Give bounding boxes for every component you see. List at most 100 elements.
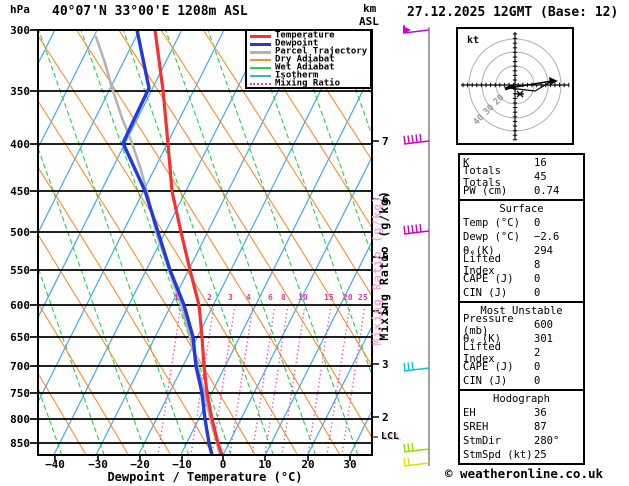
table-row-value: 280° xyxy=(534,435,560,447)
table-row: StmDir 280° xyxy=(460,434,583,448)
table-row: Pressure (mb) 600 xyxy=(460,313,583,337)
table-row-label: Temp (°C) xyxy=(463,217,520,229)
legend-swatch xyxy=(250,50,271,54)
mixing-ratio-line xyxy=(157,304,182,455)
table-row: SREH 87 xyxy=(460,420,583,434)
table-section-title: Surface xyxy=(499,203,544,215)
wind-barb xyxy=(403,133,430,145)
mixing-ratio-value: 3 xyxy=(228,293,233,302)
indices-table: K 16 Totals Totals 45 PW (cm) 0.74 Surface Temp… xyxy=(458,153,585,465)
hodograph-unit-label: kt xyxy=(467,35,480,46)
mixing-ratio-value: 6 xyxy=(268,293,273,302)
sounding-chart: hPa 40°07'N 33°00'E 1208m ASL km ASL 27.… xyxy=(0,0,629,486)
wet-adiabat-line xyxy=(165,30,317,455)
pressure-tick-label: 850 xyxy=(10,437,30,450)
table-section-title: Hodograph xyxy=(493,393,550,405)
pressure-tick-label: 400 xyxy=(10,138,30,151)
wind-barb xyxy=(403,223,430,235)
mixing-ratio-value: 20 xyxy=(343,293,353,302)
table-row: Temp (°C) 0 xyxy=(460,216,583,230)
wind-barb xyxy=(403,361,430,372)
table-row-value: 87 xyxy=(534,421,547,433)
mixing-ratio-line xyxy=(251,304,276,455)
table-row-value: 0 xyxy=(534,217,541,229)
legend-label: Mixing Ratio xyxy=(275,78,341,89)
mixing-ratio-value: 4 xyxy=(246,293,251,302)
km-tick-label: 3 xyxy=(382,358,389,371)
table-row: Lifted Index 8 xyxy=(460,253,583,277)
pressure-tick-label: 300 xyxy=(10,24,30,37)
copyright: © weatheronline.co.uk xyxy=(445,466,604,481)
km-tick-label: 5 xyxy=(382,251,389,264)
mixing-ratio-line xyxy=(281,304,306,455)
pressure-tick-label: 450 xyxy=(10,185,30,198)
table-row: Lifted Index 2 xyxy=(460,341,583,365)
temp-tick-label: −10 xyxy=(172,458,192,471)
table-row-value: 0 xyxy=(534,375,541,387)
temp-tick-label: −30 xyxy=(88,458,108,471)
wind-barb xyxy=(403,442,430,453)
page-title: 40°07'N 33°00'E 1208m ASL xyxy=(52,4,248,19)
table-row-value: −2.6 xyxy=(534,231,560,243)
table-row: CIN (J) 0 xyxy=(460,286,583,300)
mixing-ratio-value: 2 xyxy=(207,293,212,302)
legend-swatch xyxy=(250,75,271,77)
wet-adiabat-line xyxy=(291,30,372,257)
temp-tick-label: 30 xyxy=(343,458,357,471)
legend-item-mixing-ratio: Mixing Ratio xyxy=(250,78,370,89)
temp-tick-label: 0 xyxy=(219,458,227,471)
legend: Temperature Dewpoint Parcel Trajectory Dry … xyxy=(245,29,372,89)
table-row-label: StmSpd (kt) xyxy=(463,449,533,461)
mixing-ratio-value: 1 xyxy=(174,293,179,302)
table-row: Totals Totals 45 xyxy=(460,165,583,189)
table-row-label: Dewp (°C) xyxy=(463,231,520,243)
pressure-unit-label: hPa xyxy=(10,3,30,16)
table-row-label: StmDir xyxy=(463,435,501,447)
table-section: Most Unstable Pressure (mb) 600 θₑ (K) 301 Li… xyxy=(458,301,585,391)
legend-swatch xyxy=(250,42,271,46)
mixing-ratio-value: 25 xyxy=(358,293,368,302)
table-row-value: 294 xyxy=(534,245,553,257)
table-row-label: CAPE (J) xyxy=(463,361,514,373)
table-section: K 16 Totals Totals 45 PW (cm) 0.74 xyxy=(458,153,585,201)
km-tick-label: 7 xyxy=(382,135,389,148)
table-row-value: 25 xyxy=(534,449,547,461)
table-row-value: 301 xyxy=(534,333,553,345)
legend-swatch xyxy=(250,59,271,61)
altitude-unit-km: km xyxy=(363,2,377,15)
table-row-value: 0 xyxy=(534,287,541,299)
temp-tick-label: −20 xyxy=(130,458,150,471)
temp-tick-label: 20 xyxy=(301,458,315,471)
table-row: StmSpd (kt) 25 xyxy=(460,448,583,462)
table-row-value: 16 xyxy=(534,157,547,169)
table-row-value: 0.74 xyxy=(534,185,560,197)
pressure-tick-label: 350 xyxy=(10,85,30,98)
table-section: Hodograph EH 36 SREH 87 StmDir 280° StmSpd (kt)… xyxy=(458,389,585,465)
pressure-tick-label: 500 xyxy=(10,226,30,239)
table-row-label: CIN (J) xyxy=(463,375,508,387)
table-row: Dewp (°C) −2.6 xyxy=(460,230,583,244)
pressure-tick-label: 600 xyxy=(10,299,30,312)
pressure-tick-label: 550 xyxy=(10,264,30,277)
mixing-ratio-value: 15 xyxy=(324,293,334,302)
table-section: Surface Temp (°C) 0 Dewp (°C) −2.6 θₑ(K) 294 Li… xyxy=(458,199,585,303)
km-tick-label: 4 xyxy=(382,305,389,318)
table-row-value: 2 xyxy=(534,347,541,359)
wet-adiabat-line xyxy=(80,30,232,455)
table-row-value: 0 xyxy=(534,361,541,373)
km-tick-label: 2 xyxy=(382,411,389,424)
pressure-tick-label: 750 xyxy=(10,387,30,400)
table-row-label: CIN (J) xyxy=(463,287,508,299)
table-row-label: CAPE (J) xyxy=(463,273,514,285)
table-row-value: 600 xyxy=(534,319,553,331)
table-row: CIN (J) 0 xyxy=(460,374,583,388)
table-row: EH 36 xyxy=(460,406,583,420)
km-tick-label: 6 xyxy=(382,193,389,206)
legend-swatch xyxy=(250,67,271,69)
pressure-tick-label: 650 xyxy=(10,331,30,344)
mixing-ratio-value: 10 xyxy=(298,293,308,302)
pressure-tick-label: 800 xyxy=(10,413,30,426)
lcl-label: LCL xyxy=(381,431,400,442)
wet-adiabat-line xyxy=(207,30,359,455)
table-row-label: SREH xyxy=(463,421,489,433)
